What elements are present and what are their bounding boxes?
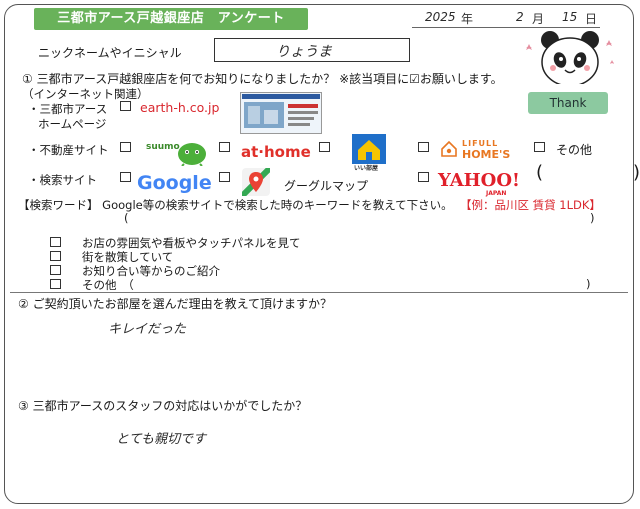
thank-badge: Thank	[528, 92, 608, 114]
chintai-logo-text: いい部屋	[354, 165, 379, 172]
google-checkbox[interactable]	[120, 172, 131, 182]
nickname-label: ニックネームやイニシャル	[38, 46, 182, 60]
other-site-parens: ( )	[536, 162, 640, 183]
googlemap-label: グーグルマップ	[284, 179, 369, 193]
q2-question: ② ご契約頂いたお部屋を選んだ理由を教えて頂けますか？	[18, 297, 332, 311]
other-site-label: その他	[556, 143, 593, 157]
chintai-logo-icon	[352, 134, 386, 164]
keyword-label: 【検索ワード】 Google等の検索サイトで検索した時のキーワードを教えて下さい…	[18, 198, 453, 212]
other-site-checkbox[interactable]	[534, 142, 545, 152]
option-other-close: )	[586, 277, 591, 291]
homepage-checkbox[interactable]	[120, 101, 131, 111]
homepage-screenshot-icon	[240, 92, 322, 134]
athome-checkbox[interactable]	[219, 142, 230, 152]
option-referral-checkbox[interactable]	[50, 265, 61, 275]
suumo-logo: suumo	[146, 142, 180, 152]
homepage-label-1: ・三都市アース	[28, 102, 108, 116]
realestate-label: ・不動産サイト	[28, 143, 109, 157]
option-walk-checkbox[interactable]	[50, 251, 61, 261]
search-label: ・検索サイト	[28, 173, 97, 187]
section-divider-1	[10, 292, 628, 293]
googlemap-pin-icon	[242, 168, 270, 196]
google-logo: Google	[137, 172, 212, 194]
chintai-checkbox[interactable]	[319, 142, 330, 152]
keyword-example: 【例：品川区 賃貸 1LDK】	[460, 198, 601, 212]
survey-title: 三都市アース戸越銀座店 アンケート	[57, 11, 285, 26]
internet-label: （インターネット関連）	[22, 87, 149, 101]
athome-logo: at·home	[241, 143, 311, 161]
date-month-unit: 月	[532, 12, 545, 26]
q3-question: ③ 三都市アースのスタッフの対応はいかがでしたか？	[18, 399, 308, 413]
homepage-url: earth-h.co.jp	[140, 100, 220, 115]
suumo-checkbox[interactable]	[120, 142, 131, 152]
keyword-parens-open: (	[124, 211, 129, 225]
date-day: 15	[562, 10, 578, 24]
q1-question: ① 三都市アース戸越銀座店を何でお知りになりましたか？ ※該当項目に☑お願いしま…	[22, 72, 503, 86]
panda-mascot-icon	[526, 31, 614, 94]
q3-answer: とても親切です	[116, 432, 206, 447]
yahoo-logo-sub: JAPAN	[486, 190, 507, 197]
yahoo-checkbox[interactable]	[418, 172, 429, 182]
nickname-value: りょうま	[276, 44, 332, 60]
homepage-label-2: ホームページ	[38, 117, 107, 131]
keyword-parens-close: )	[590, 211, 595, 225]
googlemap-checkbox[interactable]	[219, 172, 230, 182]
date-year-unit: 年	[461, 12, 474, 26]
option-store-checkbox[interactable]	[50, 237, 61, 247]
lifull-house-icon	[441, 140, 457, 157]
option-other-label: その他 （	[82, 278, 134, 292]
date-year: 2025	[425, 10, 456, 24]
option-other-checkbox[interactable]	[50, 279, 61, 289]
yahoo-logo: YAHOO!	[438, 170, 520, 191]
lifull-logo-bottom: HOME'S	[462, 148, 511, 161]
date-day-unit: 日	[585, 12, 598, 26]
date-month: 2	[516, 10, 524, 24]
suumo-mascot-icon	[178, 143, 206, 166]
lifull-logo-top: LIFULL	[462, 139, 499, 148]
q2-answer: キレイだった	[108, 322, 187, 337]
lifull-checkbox[interactable]	[418, 142, 429, 152]
